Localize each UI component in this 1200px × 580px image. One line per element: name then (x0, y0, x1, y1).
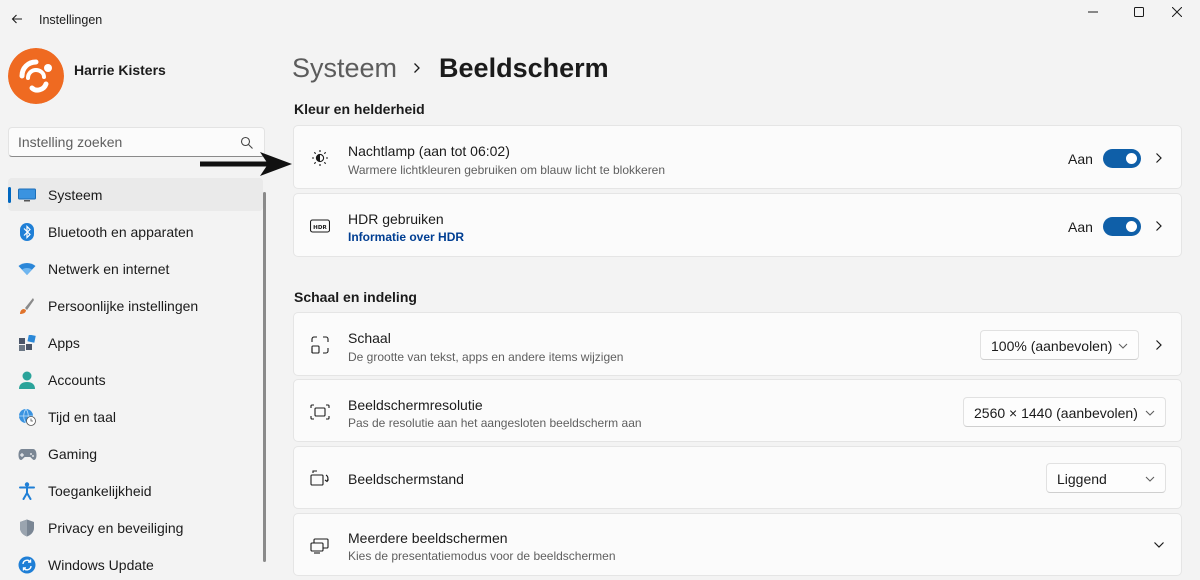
shield-icon (17, 518, 37, 538)
sidebar-item-accounts[interactable]: Accounts (8, 363, 263, 396)
orientation-dropdown-value: Liggend (1057, 471, 1107, 487)
svg-text:HDR: HDR (313, 225, 327, 231)
sidebar-item-systeem[interactable]: Systeem (8, 178, 263, 211)
orientation-dropdown[interactable]: Liggend (1046, 463, 1166, 493)
app-title: Instellingen (39, 13, 103, 27)
chevron-down-icon[interactable] (1152, 538, 1166, 552)
night-light-title: Nachtlamp (aan tot 06:02) (348, 143, 510, 159)
sidebar-item-label: Windows Update (48, 557, 154, 573)
back-button[interactable] (6, 8, 28, 30)
scale-dropdown-value: 100% (aanbevolen) (991, 338, 1113, 354)
resolution-dropdown[interactable]: 2560 × 1440 (aanbevolen) (963, 397, 1166, 427)
display-icon (17, 185, 37, 205)
hdr-info-link[interactable]: Informatie over HDR (348, 230, 464, 244)
breadcrumb-parent[interactable]: Systeem (292, 53, 397, 84)
hdr-state: Aan (1068, 219, 1093, 235)
person-icon (17, 370, 37, 390)
hdr-card[interactable]: HDR HDR gebruiken Informatie over HDR Aa… (293, 193, 1182, 257)
multiple-displays-title: Meerdere beeldschermen (348, 530, 508, 546)
resolution-icon (310, 402, 330, 422)
night-light-state: Aan (1068, 151, 1093, 167)
sidebar-item-netwerk[interactable]: Netwerk en internet (8, 252, 263, 285)
night-light-toggle[interactable] (1103, 149, 1141, 168)
scale-card[interactable]: Schaal De grootte van tekst, apps en and… (293, 312, 1182, 376)
sidebar-item-tijd[interactable]: Tijd en taal (8, 400, 263, 433)
sidebar-item-gaming[interactable]: Gaming (8, 437, 263, 470)
orientation-icon (310, 468, 330, 488)
accessibility-icon (17, 481, 37, 501)
update-icon (17, 555, 37, 575)
sidebar-item-bluetooth[interactable]: Bluetooth en apparaten (8, 215, 263, 248)
hdr-title: HDR gebruiken (348, 211, 444, 227)
resolution-title: Beeldschermresolutie (348, 397, 483, 413)
sidebar-item-label: Gaming (48, 446, 98, 462)
sidebar-item-label: Tijd en taal (48, 409, 116, 425)
wifi-icon (17, 259, 37, 279)
search-icon (240, 136, 253, 149)
chevron-down-icon (1145, 408, 1155, 418)
avatar (8, 48, 64, 104)
scale-icon (310, 335, 330, 355)
orientation-title: Beeldschermstand (348, 471, 464, 487)
avatar-logo-icon (8, 48, 64, 104)
globe-clock-icon (17, 407, 37, 427)
apps-icon (17, 333, 37, 353)
breadcrumb: Systeem Beeldscherm (292, 50, 609, 86)
sidebar-item-label: Persoonlijke instellingen (48, 298, 199, 314)
bluetooth-icon (17, 222, 37, 242)
hdr-icon: HDR (310, 216, 330, 236)
multiple-displays-subtitle: Kies de presentatiemodus voor de beeldsc… (348, 549, 616, 563)
sidebar-item-label: Toegankelijkheid (48, 483, 152, 499)
section-title-scale: Schaal en indeling (294, 289, 417, 305)
resolution-subtitle: Pas de resolutie aan het aangesloten bee… (348, 416, 642, 430)
sidebar-scrollbar[interactable] (263, 192, 266, 562)
night-light-subtitle: Warmere lichtkleuren gebruiken om blauw … (348, 163, 666, 177)
sidebar-item-label: Bluetooth en apparaten (48, 224, 194, 240)
sidebar-item-persoonlijk[interactable]: Persoonlijke instellingen (8, 289, 263, 322)
night-light-card[interactable]: Nachtlamp (aan tot 06:02) Warmere lichtk… (293, 125, 1182, 189)
resolution-dropdown-value: 2560 × 1440 (aanbevolen) (974, 405, 1138, 421)
sidebar-item-label: Systeem (48, 187, 103, 203)
multiple-displays-icon (310, 536, 330, 556)
chevron-down-icon (1145, 474, 1155, 484)
close-button[interactable] (1154, 0, 1200, 24)
orientation-card[interactable]: Beeldschermstand Liggend (293, 446, 1182, 509)
sidebar-item-label: Privacy en beveiliging (48, 520, 184, 536)
sidebar-item-windows-update[interactable]: Windows Update (8, 548, 263, 580)
chevron-down-icon (1118, 341, 1128, 351)
close-icon (1172, 7, 1182, 17)
scale-dropdown[interactable]: 100% (aanbevolen) (980, 330, 1139, 360)
search-input[interactable] (18, 133, 228, 151)
scale-title: Schaal (348, 330, 391, 346)
sidebar-item-apps[interactable]: Apps (8, 326, 263, 359)
chevron-right-icon[interactable] (1152, 151, 1166, 165)
sidebar-item-privacy[interactable]: Privacy en beveiliging (8, 511, 263, 544)
annotation-arrow-icon (200, 152, 292, 176)
sidebar-item-label: Apps (48, 335, 80, 351)
chevron-right-icon[interactable] (1152, 219, 1166, 233)
section-title-color: Kleur en helderheid (294, 101, 425, 117)
breadcrumb-chevron-icon (413, 61, 425, 75)
resolution-card[interactable]: Beeldschermresolutie Pas de resolutie aa… (293, 379, 1182, 442)
user-name: Harrie Kisters (74, 62, 166, 78)
sidebar-nav: Systeem Bluetooth en apparaten Netwerk e… (8, 178, 263, 580)
sidebar-item-toegankelijkheid[interactable]: Toegankelijkheid (8, 474, 263, 507)
paintbrush-icon (17, 296, 37, 316)
sidebar-item-label: Netwerk en internet (48, 261, 170, 277)
title-bar: Instellingen (0, 0, 1200, 40)
scale-subtitle: De grootte van tekst, apps en andere ite… (348, 350, 624, 364)
page-title: Beeldscherm (439, 52, 609, 83)
sidebar-item-label: Accounts (48, 372, 106, 388)
gamepad-icon (17, 444, 37, 464)
brightness-icon (310, 148, 330, 168)
hdr-toggle[interactable] (1103, 217, 1141, 236)
chevron-right-icon[interactable] (1152, 338, 1166, 352)
minimize-button[interactable] (1070, 0, 1116, 24)
back-arrow-icon (11, 14, 22, 24)
multiple-displays-card[interactable]: Meerdere beeldschermen Kies de presentat… (293, 513, 1182, 576)
minimize-icon (1088, 11, 1098, 13)
maximize-icon (1134, 7, 1144, 17)
